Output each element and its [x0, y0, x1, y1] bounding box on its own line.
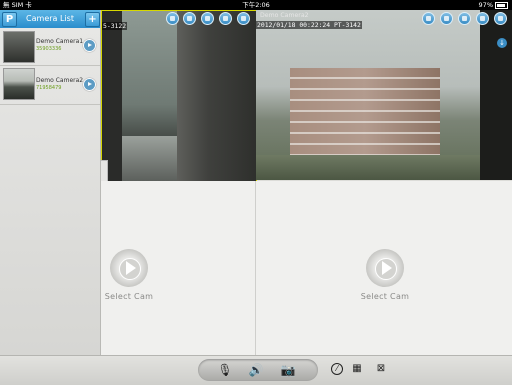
building-wall	[177, 11, 256, 181]
window-frame	[102, 11, 122, 181]
divider	[0, 65, 100, 66]
download-icon[interactable]	[183, 12, 196, 25]
empty-view-slot[interactable]: Select Cam	[101, 181, 256, 355]
bottom-toolbar: 🎙 🔊 📷 ⁄ ▦ ⊠	[0, 355, 512, 385]
audio-controls-group: 🎙 🔊 📷	[198, 359, 318, 381]
select-cam-button[interactable]	[110, 249, 148, 287]
fullscreen-icon[interactable]: ⊠	[375, 363, 387, 375]
divider	[0, 104, 100, 105]
stop-icon[interactable]	[166, 12, 179, 25]
battery-icon	[495, 1, 508, 9]
camera-list-sidebar: P Camera List + Demo Camera1 35903336 De…	[0, 10, 101, 355]
select-cam-button[interactable]	[366, 249, 404, 287]
microphone-icon[interactable]: 🎙	[215, 359, 235, 381]
video-osd-text: 2012/01/18 00:22:24 PT-3142	[256, 21, 362, 29]
p-icon[interactable]: P	[2, 12, 17, 27]
camera-list-item[interactable]: Demo Camera2 71958479	[0, 67, 100, 105]
video-osd-text: 5-3122	[102, 22, 128, 30]
camera-thumbnail	[3, 31, 35, 63]
status-bar: 無 SIM 卡 下午2:06 97%	[0, 0, 512, 10]
play-icon[interactable]	[83, 78, 96, 91]
camera-list-item[interactable]: Demo Camera1 35903336	[0, 30, 100, 68]
speaker-icon[interactable]	[458, 12, 471, 25]
settings-icon[interactable]	[237, 12, 250, 25]
camera-id: 71958479	[36, 85, 62, 91]
play-icon[interactable]	[83, 39, 96, 52]
stop-icon[interactable]	[422, 12, 435, 25]
grid-icon[interactable]: ▦	[351, 363, 363, 375]
camera-title: Demo Camera2	[260, 12, 309, 19]
sidebar-title: Camera List	[26, 14, 74, 23]
camera-id: 35903336	[36, 46, 62, 52]
settings-icon[interactable]	[494, 12, 507, 25]
camera-name: Demo Camera1	[36, 38, 84, 45]
compass-icon[interactable]: ⁄	[331, 363, 343, 375]
camera-thumbnail	[3, 68, 35, 100]
foreground-tower	[480, 10, 512, 180]
download-icon[interactable]	[440, 12, 453, 25]
camera-icon[interactable]: 📷	[278, 359, 298, 381]
pin-icon[interactable]: ↓	[497, 38, 507, 48]
empty-view-slot[interactable]: Select Cam	[256, 181, 512, 355]
video-view-2[interactable]: 2012/01/18 00:22:24 PT-3142 ↓	[256, 10, 512, 180]
city-view	[122, 136, 177, 181]
record-icon[interactable]	[219, 12, 232, 25]
sidebar-collapse-handle[interactable]	[101, 160, 108, 182]
clock-label: 下午2:06	[242, 1, 270, 9]
building-floors	[290, 68, 440, 158]
speaker-icon[interactable]: 🔊	[246, 359, 266, 381]
ground-area	[256, 155, 486, 180]
sidebar-header: P Camera List +	[0, 10, 100, 28]
speaker-icon[interactable]	[201, 12, 214, 25]
select-cam-label: Select Cam	[104, 292, 154, 301]
add-camera-button[interactable]: +	[85, 12, 100, 27]
battery-percent: 97%	[478, 1, 493, 9]
video-view-1[interactable]: 5-3122	[101, 10, 257, 182]
camera-name: Demo Camera2	[36, 77, 84, 84]
record-icon[interactable]	[476, 12, 489, 25]
battery-indicator: 97%	[479, 0, 508, 10]
select-cam-label: Select Cam	[360, 292, 410, 301]
